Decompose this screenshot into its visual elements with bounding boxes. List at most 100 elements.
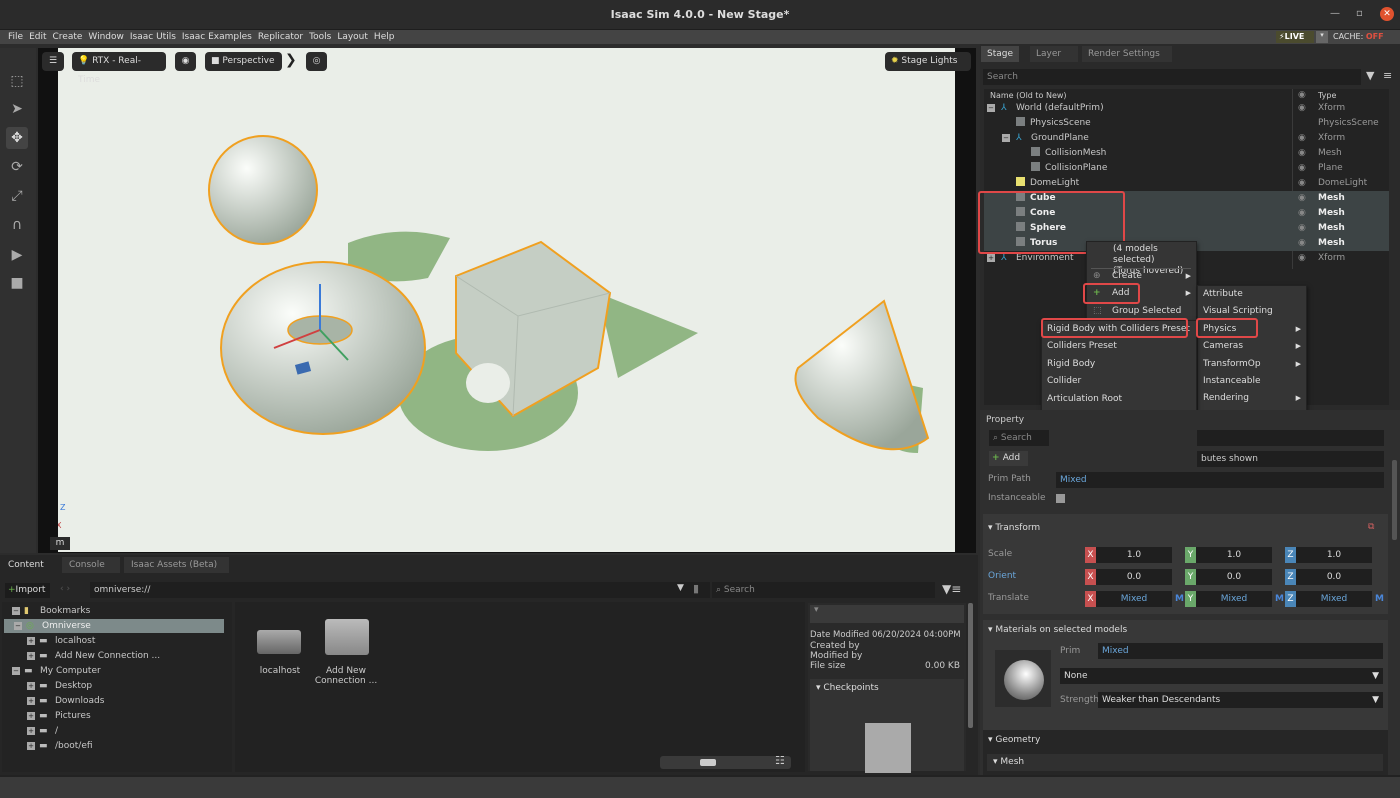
rotate-icon[interactable]: ⟳ xyxy=(6,156,28,178)
content-search-input[interactable]: ⌕ Search xyxy=(712,582,935,598)
expand-toggle-icon[interactable]: − xyxy=(987,104,995,112)
menu-layout[interactable]: Layout xyxy=(334,30,371,44)
visibility-eye-icon[interactable]: ◉ xyxy=(1298,251,1306,266)
back-forward-icons[interactable]: ‹ › xyxy=(60,584,70,594)
menu-tools[interactable]: Tools xyxy=(306,30,334,44)
expand-toggle-icon[interactable]: − xyxy=(1002,134,1010,142)
orient-y-input[interactable]: 0.0 xyxy=(1196,569,1272,585)
settings-button[interactable]: ☰ xyxy=(42,52,64,71)
menu-file[interactable]: File xyxy=(5,30,26,44)
stage-row[interactable]: − ⅄ World (defaultPrim) ◉ Xform xyxy=(984,101,1389,116)
menu-item-colliders-preset[interactable]: Colliders Preset xyxy=(1042,338,1196,355)
property-search-input[interactable]: ⌕ Search xyxy=(989,430,1049,446)
menu-item-rigid-body[interactable]: Rigid Body xyxy=(1042,356,1196,373)
content-tree-item[interactable]: − ▮ Bookmarks xyxy=(2,604,222,618)
dropdown-arrow-icon[interactable]: ▼ xyxy=(677,583,684,593)
viewport[interactable]: X Z xyxy=(56,48,955,552)
stage-lights-button[interactable]: ✹ Stage Lights xyxy=(885,52,971,71)
content-tree-item[interactable]: + ▬ Add New Connection ... xyxy=(2,649,222,663)
menu-replicator[interactable]: Replicator xyxy=(255,30,306,44)
filter-icon[interactable]: ▼ xyxy=(1366,69,1374,82)
move-icon[interactable]: ✥ xyxy=(6,127,28,149)
expand-toggle-icon[interactable]: + xyxy=(27,682,35,690)
maximize-button[interactable]: ▫ xyxy=(1356,8,1363,19)
cone[interactable] xyxy=(794,299,930,451)
visibility-eye-icon[interactable]: ◉ xyxy=(1298,101,1306,116)
expand-toggle-icon[interactable]: − xyxy=(12,607,20,615)
menu-edit[interactable]: Edit xyxy=(26,30,49,44)
menu-help[interactable]: Help xyxy=(371,30,398,44)
stage-row[interactable]: PhysicsScene PhysicsScene xyxy=(984,116,1389,131)
stage-search-input[interactable]: Search xyxy=(983,69,1361,85)
material-select[interactable]: None ▼ xyxy=(1060,668,1383,684)
menu-item-rendering[interactable]: Rendering ▶ xyxy=(1198,390,1306,407)
translate-x-input[interactable]: Mixed xyxy=(1096,591,1172,607)
visibility-eye-icon[interactable]: ◉ xyxy=(1298,146,1306,161)
tab-render-settings[interactable]: Render Settings xyxy=(1082,46,1172,62)
visibility-eye-icon[interactable]: ◉ xyxy=(1298,236,1306,251)
broadcast-button[interactable]: ◎ xyxy=(306,52,327,71)
details-collapse[interactable]: ▾ xyxy=(810,605,964,623)
expand-toggle-icon[interactable]: − xyxy=(12,667,20,675)
file-item-add-connection[interactable]: Add New Connection ... xyxy=(313,666,379,686)
cache-status[interactable]: CACHE: OFF xyxy=(1333,32,1384,41)
stage-row[interactable]: CollisionMesh ◉ Mesh xyxy=(984,146,1389,161)
sphere[interactable] xyxy=(208,135,318,245)
instanceable-checkbox[interactable] xyxy=(1056,494,1065,503)
checkpoints-header[interactable]: ▾ Checkpoints xyxy=(816,683,879,693)
visibility-eye-icon[interactable]: ◉ xyxy=(1298,161,1306,176)
camera-button[interactable]: ■ Perspective xyxy=(205,52,282,71)
expand-toggle-icon[interactable]: + xyxy=(27,742,35,750)
menu-isaac-utils[interactable]: Isaac Utils xyxy=(127,30,179,44)
column-name-header[interactable]: Name (Old to New) xyxy=(990,91,1067,100)
content-tree-item[interactable]: − ▬ My Computer xyxy=(2,664,222,678)
path-input[interactable]: omniverse:// xyxy=(90,582,710,598)
scale-icon[interactable]: ⤢ xyxy=(6,185,28,207)
scale-label[interactable]: Scale xyxy=(988,549,1012,559)
folder-icon[interactable] xyxy=(325,619,369,655)
expand-toggle-icon[interactable]: − xyxy=(14,622,22,630)
materials-header[interactable]: ▾ Materials on selected models xyxy=(988,625,1127,635)
scale-x-input[interactable]: 1.0 xyxy=(1096,547,1172,563)
stage-row[interactable]: − ⅄ GroundPlane ◉ Xform xyxy=(984,131,1389,146)
content-tree-item[interactable]: + ▬ localhost xyxy=(2,634,222,648)
tab-stage[interactable]: Stage xyxy=(981,46,1020,62)
list-view-icon[interactable]: ☷ xyxy=(775,754,785,767)
menu-create[interactable]: Create xyxy=(50,30,86,44)
server-icon[interactable] xyxy=(257,630,301,654)
expand-toggle-icon[interactable]: + xyxy=(27,652,35,660)
visibility-eye-icon[interactable]: ◉ xyxy=(1298,221,1306,236)
content-tree-item[interactable]: − ◎ Omniverse xyxy=(4,619,224,633)
menu-item-instanceable[interactable]: Instanceable xyxy=(1198,373,1306,390)
menu-icon[interactable]: ≡ xyxy=(1383,69,1392,82)
expand-toggle-icon[interactable]: + xyxy=(27,712,35,720)
minimize-button[interactable]: — xyxy=(1330,8,1340,19)
render-mode-button[interactable]: 💡 RTX - Real-Time xyxy=(72,52,166,85)
expand-toggle-icon[interactable]: + xyxy=(27,637,35,645)
translate-y-input[interactable]: Mixed xyxy=(1196,591,1272,607)
menu-item-articulation-root[interactable]: Articulation Root xyxy=(1042,391,1196,408)
geometry-header[interactable]: ▾ Geometry xyxy=(988,735,1040,745)
tab-isaac-assets[interactable]: Isaac Assets (Beta) xyxy=(124,557,229,573)
orient-z-input[interactable]: 0.0 xyxy=(1296,569,1372,585)
menu-item-transformop[interactable]: TransformOp ▶ xyxy=(1198,356,1306,373)
menu-window[interactable]: Window xyxy=(85,30,127,44)
details-scrollbar[interactable] xyxy=(968,603,973,728)
live-dropdown[interactable]: ▾ xyxy=(1316,31,1328,43)
tab-console[interactable]: Console xyxy=(62,557,120,573)
strength-select[interactable]: Weaker than Descendants ▼ xyxy=(1098,692,1383,708)
filter-icon[interactable]: ▼≡ xyxy=(942,582,961,596)
file-item-localhost[interactable]: localhost xyxy=(245,666,315,676)
expand-toggle-icon[interactable]: + xyxy=(27,697,35,705)
column-type-header[interactable]: Type xyxy=(1318,91,1336,100)
thumbnail-size-slider[interactable] xyxy=(660,756,791,769)
mesh-header[interactable]: ▾ Mesh xyxy=(987,754,1383,771)
property-title[interactable]: Property xyxy=(986,415,1024,425)
material-prim-input[interactable]: Mixed xyxy=(1098,643,1383,659)
transform-settings-icon[interactable]: ⧉ xyxy=(1368,522,1374,532)
orient-label[interactable]: Orient xyxy=(988,571,1016,581)
menu-item-cameras[interactable]: Cameras ▶ xyxy=(1198,338,1306,355)
close-button[interactable]: ✕ xyxy=(1380,7,1394,21)
content-tree-item[interactable]: + ▬ Downloads xyxy=(2,694,222,708)
prim-path-input[interactable]: Mixed xyxy=(1056,472,1384,488)
